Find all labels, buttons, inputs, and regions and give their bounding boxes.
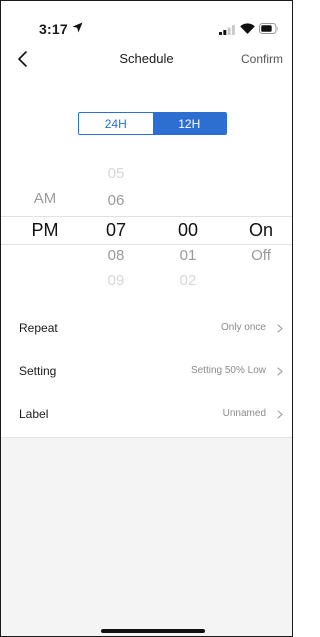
status-time: 3:17 (39, 21, 68, 37)
setting-row-setting[interactable]: Setting Setting 50% Low (1, 350, 292, 393)
time-format-toggle: 24H 12H (78, 112, 227, 135)
picker-hour-above-2: 05 (107, 165, 125, 182)
wifi-icon (240, 23, 255, 34)
picker-column-state[interactable]: On Off (231, 161, 291, 291)
picker-minute-selected: 00 (177, 220, 199, 240)
signal-icon (219, 25, 235, 35)
picker-state-below-1: Off (251, 247, 271, 264)
nav-bar: Schedule Confirm (1, 45, 292, 73)
chevron-right-icon (277, 324, 283, 333)
chevron-right-icon (277, 367, 283, 376)
picker-ampm-above: AM (33, 190, 57, 207)
picker-hour-below-2: 09 (107, 272, 125, 289)
setting-label: Label (19, 407, 49, 421)
format-option-24h[interactable]: 24H (79, 113, 153, 134)
setting-value: Unnamed (222, 408, 266, 419)
setting-row-label[interactable]: Label Unnamed (1, 393, 292, 436)
picker-minute-below-2: 02 (179, 272, 197, 289)
setting-label: Setting (19, 364, 57, 378)
battery-icon (259, 23, 278, 34)
picker-hour-selected: 07 (105, 220, 127, 240)
settings-list: Repeat Only once Setting Setting 50% Low… (1, 307, 292, 436)
empty-content-area (1, 437, 292, 636)
setting-value: Setting 50% Low (190, 365, 266, 376)
confirm-button[interactable]: Confirm (241, 52, 283, 66)
chevron-right-icon (277, 410, 283, 419)
picker-column-ampm[interactable]: AM PM (15, 161, 75, 291)
format-option-12h[interactable]: 12H (152, 113, 226, 134)
setting-label: Repeat (19, 321, 58, 335)
picker-ampm-selected: PM (31, 220, 59, 240)
picker-minute-below-1: 01 (179, 247, 197, 264)
picker-hour-above-1: 06 (107, 192, 125, 209)
picker-column-hour[interactable]: 05 06 07 08 09 (86, 161, 146, 291)
status-bar: 3:17 (1, 1, 292, 45)
time-picker: AM PM 05 06 07 08 09 00 01 02 On Off (1, 161, 292, 291)
setting-value: Only once (220, 322, 266, 333)
home-indicator[interactable] (101, 629, 205, 633)
picker-state-selected: On (248, 220, 273, 240)
setting-row-repeat[interactable]: Repeat Only once (1, 307, 292, 350)
picker-hour-below-1: 08 (107, 247, 125, 264)
phone-screen: 3:17 Schedule Confirm 24H 12H AM PM 05 0… (0, 0, 293, 637)
picker-column-minute[interactable]: 00 01 02 (158, 161, 218, 291)
location-arrow-icon (72, 22, 83, 33)
